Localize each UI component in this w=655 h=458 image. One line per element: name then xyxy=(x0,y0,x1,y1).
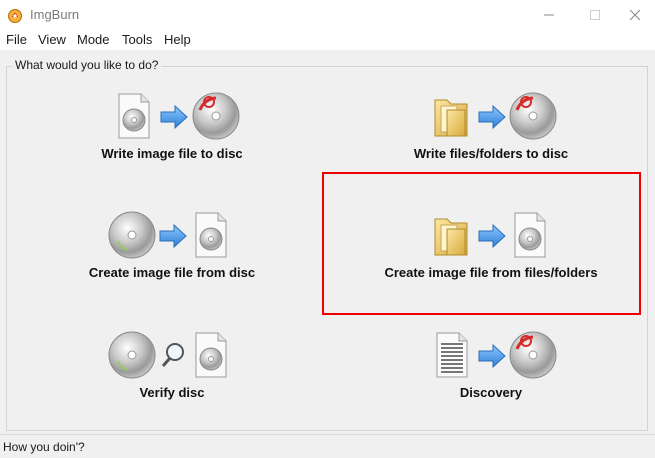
close-button[interactable] xyxy=(612,0,655,30)
discovery-button[interactable]: Discovery xyxy=(341,331,641,431)
app-icon xyxy=(7,7,23,23)
disc-burn-icon xyxy=(509,92,557,140)
create-image-from-disc-button[interactable]: Create image file from disc xyxy=(22,211,322,311)
magnifier-icon xyxy=(161,343,184,367)
highlight-box xyxy=(322,172,641,315)
discovery-label: Discovery xyxy=(459,385,523,400)
image-file-icon xyxy=(195,332,227,378)
menu-view[interactable]: View xyxy=(38,32,66,47)
image-file-icon xyxy=(118,93,150,139)
verify-disc-label: Verify disc xyxy=(139,385,205,400)
data-file-icon xyxy=(436,332,468,378)
group-title: What would you like to do? xyxy=(12,58,162,72)
menu-bar: File View Mode Tools Help xyxy=(0,30,655,50)
disc-burn-icon xyxy=(192,92,240,140)
menu-tools[interactable]: Tools xyxy=(122,32,152,47)
arrow-right-icon xyxy=(159,223,187,249)
write-image-label: Write image file to disc xyxy=(101,146,243,161)
status-text: How you doin'? xyxy=(3,440,85,454)
image-file-icon xyxy=(195,212,227,258)
window-title: ImgBurn xyxy=(30,7,80,22)
disc-icon xyxy=(108,331,156,379)
disc-burn-icon xyxy=(509,331,557,379)
folder-icon xyxy=(434,99,468,137)
menu-help[interactable]: Help xyxy=(164,32,191,47)
disc-icon xyxy=(108,211,156,259)
arrow-right-icon xyxy=(478,104,506,130)
create-from-disc-label: Create image file from disc xyxy=(88,265,256,280)
arrow-right-icon xyxy=(160,104,188,130)
verify-disc-button[interactable]: Verify disc xyxy=(22,331,322,431)
menu-file[interactable]: File xyxy=(6,32,27,47)
status-bar: How you doin'? xyxy=(0,434,655,458)
minimize-button[interactable] xyxy=(526,0,572,30)
write-files-label: Write files/folders to disc xyxy=(413,146,569,161)
menu-mode[interactable]: Mode xyxy=(77,32,110,47)
arrow-right-icon xyxy=(478,343,506,369)
write-image-to-disc-button[interactable]: Write image file to disc xyxy=(22,92,322,192)
title-bar: ImgBurn xyxy=(0,0,655,30)
